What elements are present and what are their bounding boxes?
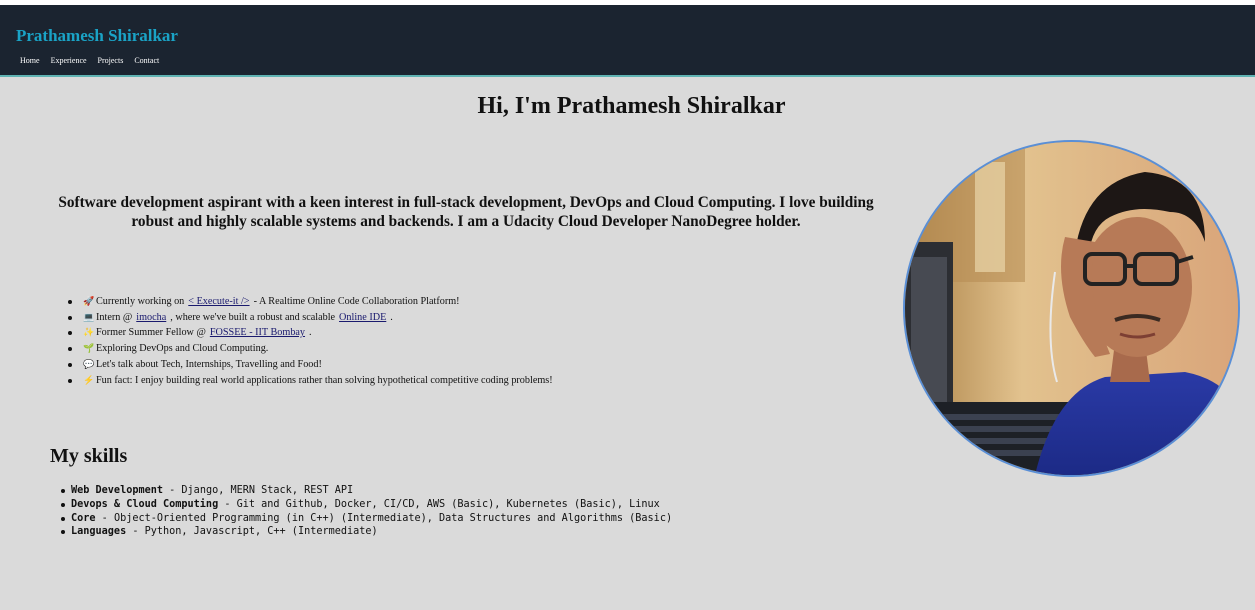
profile-photo [903,140,1240,477]
fact-item-execute-it: 🚀 Currently working on < Execute-it /> - A … [68,294,553,310]
page: Prathamesh Shiralkar Home Experience Pro… [0,5,1255,610]
fact-item-intern: 💻 Intern @ imocha, where we've built a rob… [68,310,553,326]
sparkles-icon: ✨ [83,327,95,338]
hero-tagline: Software development aspirant with a kee… [58,194,874,230]
skill-item: Web Development - Django, MERN Stack, RE… [61,484,672,498]
fact-item-fun-fact: ⚡ Fun fact: I enjoy building real world a… [68,373,553,389]
nav-home[interactable]: Home [20,56,40,65]
fossee-link[interactable]: FOSSEE - IIT Bombay [210,327,305,338]
skill-item: Devops & Cloud Computing - Git and Githu… [61,498,672,512]
hero-title: Hi, I'm Prathamesh Shiralkar [477,93,786,119]
speech-bubble-icon: 💬 [83,358,95,369]
fact-item-devops: 🌱 Exploring DevOps and Cloud Computing. [68,341,553,357]
nav-projects[interactable]: Projects [98,56,124,65]
nav-contact[interactable]: Contact [134,56,159,65]
laptop-icon: 💻 [83,311,95,322]
lightning-icon: ⚡ [83,374,95,385]
skill-item: Languages - Python, Javascript, C++ (Int… [61,525,672,539]
skills-list: Web Development - Django, MERN Stack, RE… [61,484,672,539]
brand-name[interactable]: Prathamesh Shiralkar [16,26,178,46]
imocha-link[interactable]: imocha [136,312,166,323]
skill-item: Core - Object-Oriented Programming (in C… [61,512,672,526]
nav-experience[interactable]: Experience [51,56,87,65]
profile-photo-illustration [905,142,1238,475]
main-nav: Home Experience Projects Contact [20,56,159,65]
rocket-icon: 🚀 [83,296,95,306]
execute-it-link[interactable]: < Execute-it /> [188,296,249,307]
online-ide-link[interactable]: Online IDE [339,312,386,323]
top-navbar: Prathamesh Shiralkar Home Experience Pro… [0,5,1255,77]
fact-item-fossee: ✨ Former Summer Fellow @ FOSSEE - IIT Bomb… [68,325,553,341]
about-facts-list: 🚀 Currently working on < Execute-it /> - A … [68,294,553,388]
skills-heading: My skills [50,445,128,467]
fact-item-talk: 💬 Let's talk about Tech, Internships, Tra… [68,357,553,373]
seedling-icon: 🌱 [83,343,95,354]
